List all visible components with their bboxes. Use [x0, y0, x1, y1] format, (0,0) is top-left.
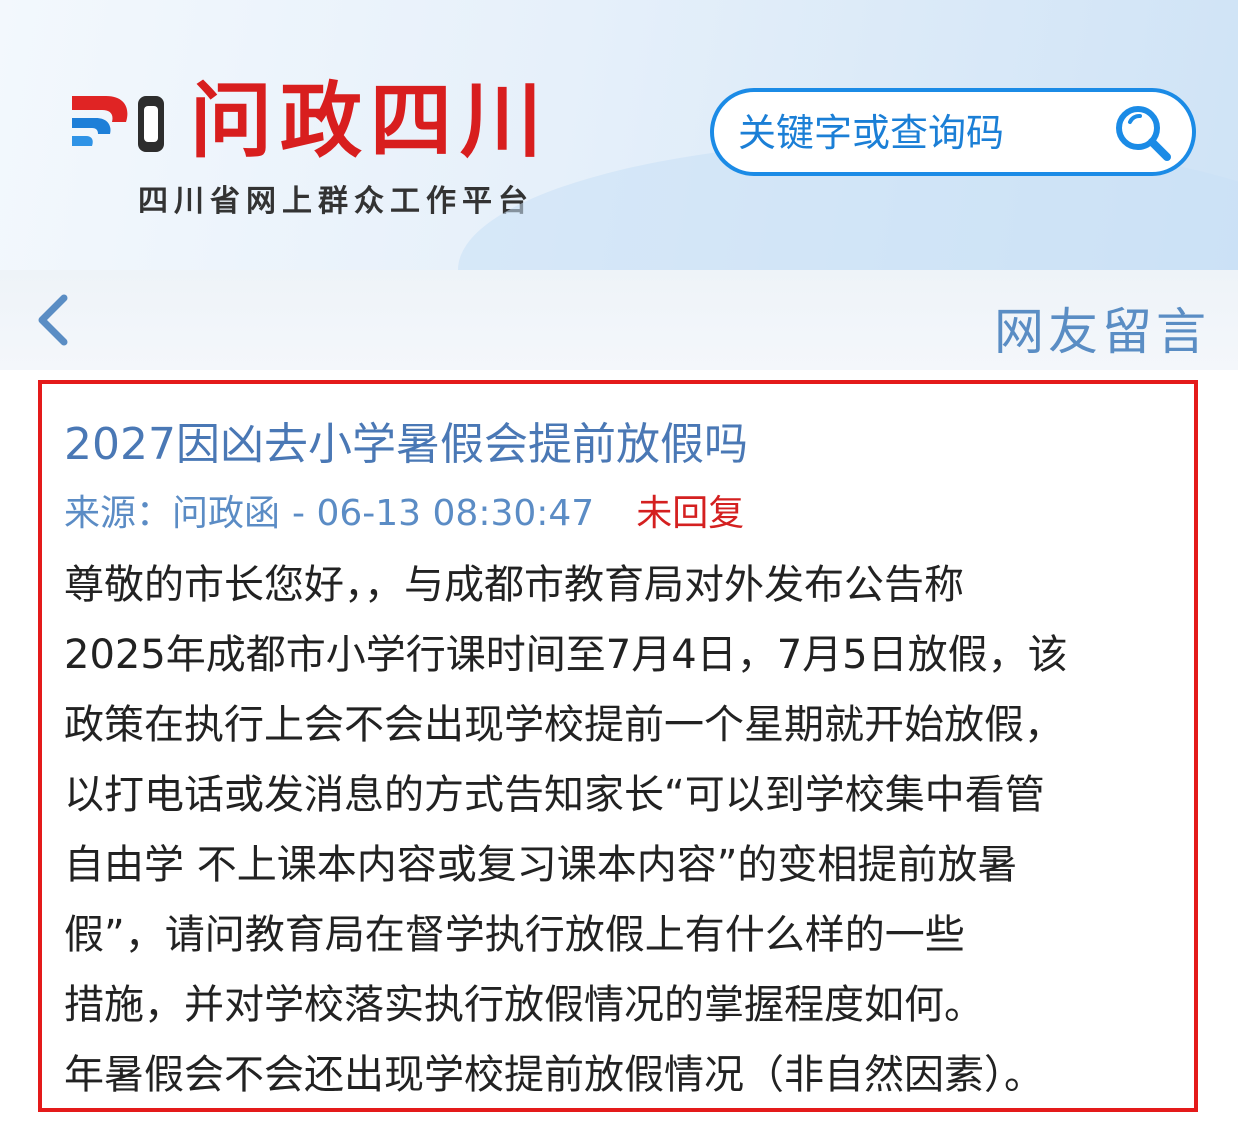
site-header: 问政四川 四川省网上群众工作平台: [0, 0, 1238, 270]
post-time: - 06-13 08:30:47: [292, 493, 595, 534]
wenzheng-sichuan-logo-icon: [72, 96, 164, 152]
body-line: 自由学 不上课本内容或复习课本内容”的变相提前放暑: [64, 842, 1018, 888]
post-title: 2027因凶去小学暑假会提前放假吗: [64, 419, 748, 470]
nav-bar: 网友留言: [0, 270, 1238, 370]
search-input[interactable]: [736, 102, 1110, 164]
source-label: 来源：: [64, 493, 173, 534]
body-line: 以打电话或发消息的方式告知家长“可以到学校集中看管: [64, 772, 1045, 818]
body-line: 政策在执行上会不会出现学校提前一个星期就开始放假，: [64, 702, 1064, 748]
page-title: 网友留言: [994, 303, 1210, 361]
body-line: 尊敬的市长您好，，与成都市教育局对外发布公告称: [64, 562, 964, 608]
post-meta: 来源：问政函 - 06-13 08:30:47 未回复: [64, 484, 744, 536]
status-badge: 未回复: [636, 493, 745, 534]
search-icon[interactable]: [1112, 102, 1174, 164]
chevron-left-icon[interactable]: [34, 292, 74, 348]
source-value: 问政函: [172, 493, 281, 534]
search-box[interactable]: [710, 88, 1196, 176]
site-subtitle: 四川省网上群众工作平台: [138, 184, 534, 219]
body-line: 假”，请问教育局在督学执行放假上有什么样的一些: [64, 912, 965, 958]
body-line: 2025年成都市小学行课时间至7月4日，7月5日放假，该: [64, 632, 1068, 678]
body-line: 措施，并对学校落实执行放假情况的掌握程度如何。: [64, 982, 984, 1028]
site-title: 问政四川: [190, 74, 551, 169]
post-body: 尊敬的市长您好，，与成都市教育局对外发布公告称 2025年成都市小学行课时间至7…: [64, 550, 1180, 1110]
body-line: 年暑假会不会还出现学校提前放假情况（非自然因素）。: [64, 1052, 1044, 1098]
message-card: 2027因凶去小学暑假会提前放假吗 来源：问政函 - 06-13 08:30:47…: [38, 380, 1198, 1112]
